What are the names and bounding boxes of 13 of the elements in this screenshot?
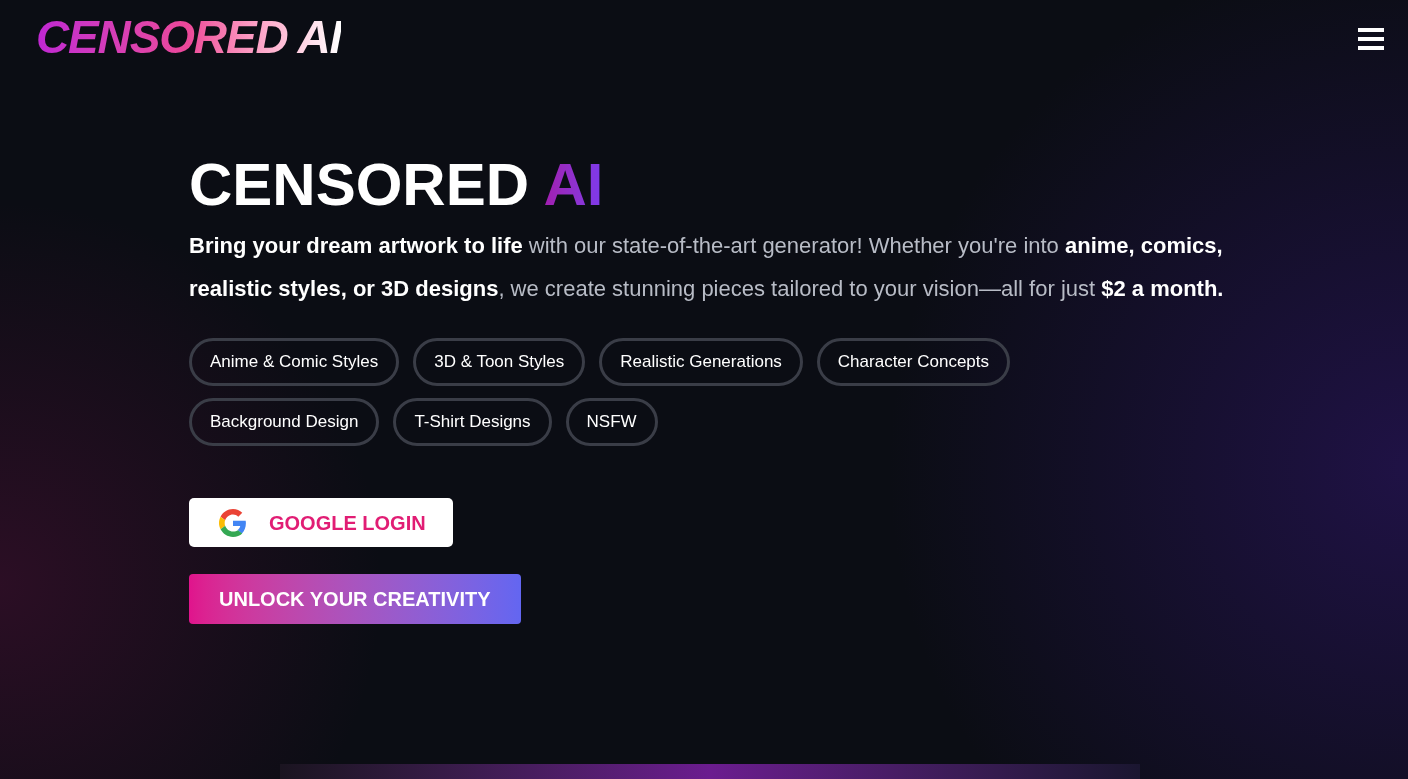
feature-tag: Character Concepts: [816, 338, 1011, 386]
google-login-button[interactable]: GOOGLE LOGIN: [189, 498, 453, 547]
hero-title: CENSORED AI: [189, 150, 604, 220]
menu-icon[interactable]: [1358, 27, 1384, 51]
feature-tag: T-Shirt Designs: [393, 398, 552, 446]
google-logo-icon: [219, 508, 247, 537]
feature-tag: Anime & Comic Styles: [189, 338, 400, 386]
feature-tag: Background Design: [189, 398, 380, 446]
feature-tag: Realistic Generations: [599, 338, 803, 386]
hero-description: Bring your dream artwork to life with our state-of-the-art generator! Whether you're into anime, comics, realistic styles, or 3D designs, we create stunning pieces tailored to your vision—all for just $2 a month.: [189, 232, 1225, 303]
feature-tag: 3D & Toon Styles: [413, 338, 586, 386]
unlock-creativity-button[interactable]: UNLOCK YOUR CREATIVITY: [189, 574, 521, 624]
feature-tag: NSFW: [565, 398, 658, 446]
